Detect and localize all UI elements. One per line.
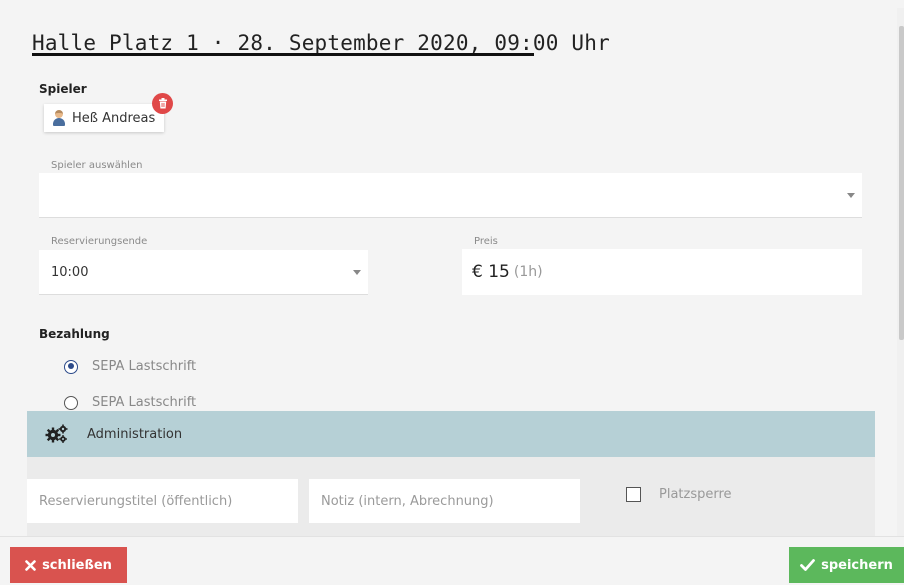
scrollbar-thumb[interactable] — [899, 26, 904, 340]
administration-toggle[interactable]: Administration — [27, 411, 875, 457]
players-label: Spieler — [39, 82, 87, 96]
checkmark-icon — [800, 559, 816, 571]
trash-icon — [158, 98, 167, 109]
court-lock-toggle[interactable]: Platzsperre — [626, 487, 732, 502]
chevron-down-icon — [847, 193, 855, 198]
court-lock-checkbox[interactable] — [626, 487, 641, 502]
price-display: € 15 (1h) — [462, 249, 862, 295]
modal-title: Halle Platz 1 · 28. September 2020, 09:0… — [32, 31, 610, 55]
close-button[interactable]: schließen — [10, 547, 127, 583]
payment-option-label: SEPA Lastschrift — [92, 359, 197, 374]
payment-label: Bezahlung — [39, 327, 110, 341]
court-lock-label: Platzsperre — [659, 487, 732, 502]
player-chip[interactable]: Heß Andreas — [44, 104, 164, 132]
title-underline — [32, 53, 534, 56]
price-value: € 15 — [472, 262, 510, 282]
player-select-label: Spieler auswählen — [51, 160, 143, 171]
reservation-title-input[interactable] — [27, 479, 298, 523]
save-button[interactable]: speichern — [789, 547, 904, 583]
player-name: Heß Andreas — [72, 110, 156, 126]
price-duration: (1h) — [513, 264, 543, 280]
save-button-label: speichern — [821, 557, 893, 573]
payment-option-label: SEPA Lastschrift — [92, 395, 197, 410]
radio-unchecked-icon[interactable] — [64, 395, 78, 410]
remove-player-button[interactable] — [152, 93, 173, 114]
close-icon — [25, 559, 36, 571]
close-button-label: schließen — [42, 557, 112, 573]
modal-footer — [0, 536, 904, 585]
player-select[interactable] — [39, 173, 862, 218]
note-input[interactable] — [309, 479, 580, 523]
player-avatar-icon — [52, 110, 66, 126]
payment-option-2[interactable]: SEPA Lastschrift — [64, 395, 196, 410]
price-label: Preis — [474, 236, 498, 247]
payment-option-1[interactable]: SEPA Lastschrift — [64, 359, 196, 374]
reservation-end-select[interactable]: 10:00 — [39, 250, 368, 295]
reservation-end-value: 10:00 — [51, 264, 89, 280]
administration-label: Administration — [87, 426, 183, 442]
radio-checked-icon[interactable] — [64, 359, 78, 374]
chevron-down-icon — [353, 270, 361, 275]
gears-icon — [45, 424, 68, 443]
reservation-end-label: Reservierungsende — [51, 236, 148, 247]
